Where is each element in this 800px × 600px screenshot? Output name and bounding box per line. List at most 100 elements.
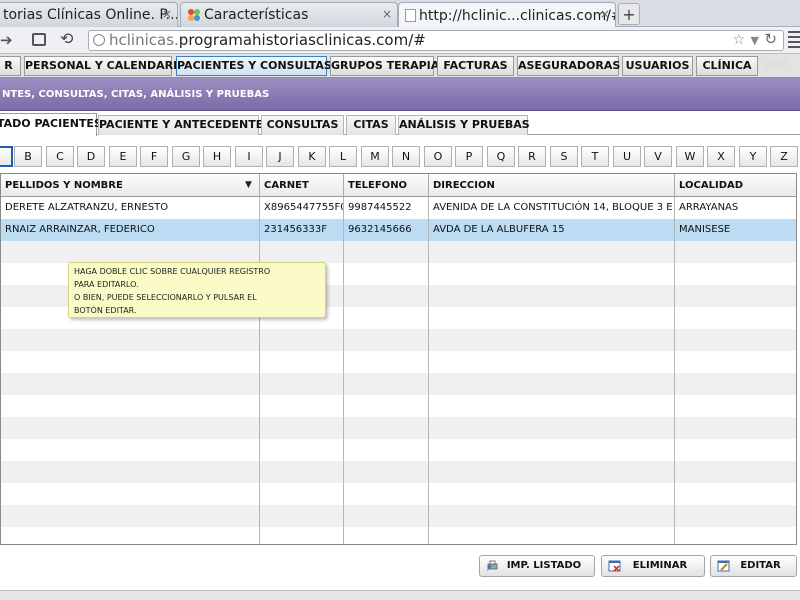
letter-filter-s[interactable]: S [550,146,578,167]
letter-filter-v[interactable]: V [644,146,672,167]
browser-tab-caracteristicas[interactable]: Características × [180,2,398,27]
page-icon [405,9,416,22]
nav-item-facturas[interactable]: FACTURAS [437,56,514,76]
letter-filter-c[interactable]: C [46,146,74,167]
bookmark-star-icon[interactable]: ☆ [732,31,745,50]
tab-consultas[interactable]: CONSULTAS [261,115,344,135]
nav-item-pacientes-consultas[interactable]: PACIENTES Y CONSULTAS [176,56,332,76]
column-header-direccion[interactable]: DIRECCION [429,174,675,197]
close-icon[interactable]: × [162,7,172,21]
forward-icon[interactable]: ➔ [0,31,13,49]
empty-table-row [1,527,796,544]
cell-carnet: 231456333F [264,224,328,235]
letter-filter-x[interactable]: X [707,146,735,167]
menu-icon[interactable] [788,31,800,49]
tab-analisis-pruebas[interactable]: ANÁLISIS Y PRUEBAS [398,115,530,135]
letter-filter-l[interactable]: L [329,146,357,167]
tab-paciente-antecedentes[interactable]: PACIENTE Y ANTECEDENTES [98,115,271,135]
history-icon[interactable]: ⟲ [60,29,73,48]
browser-tab-strip: torias Clínicas Online. P... × Caracterí… [0,0,800,28]
cell-direccion: AVENIDA DE LA CONSTITUCIÓN 14, BLOQUE 3 … [433,202,673,213]
nav-item-aseguradoras[interactable]: ASEGURADORAS [517,56,620,76]
cell-direccion: AVDA DE LA ALBUFERA 15 [433,224,565,235]
browser-navbar: ➔ ⟲ hclinicas.programahistoriasclinicas.… [0,27,800,54]
new-tab-button[interactable]: + [618,3,640,25]
joomla-icon [188,9,200,21]
column-header-telefono[interactable]: TELEFONO [344,174,429,197]
tooltip-line: O BIEN, PUEDE SELECCIONARLO Y PULSAR EL [74,293,257,302]
letter-filter-r[interactable]: R [518,146,546,167]
browser-tab-historias[interactable]: torias Clínicas Online. P... × [0,2,178,27]
column-divider [259,197,260,544]
nav-item-clinica[interactable]: CLÍNICA [696,56,758,76]
print-list-label: IMP. LISTADO [506,560,582,571]
table-row[interactable]: DERETE ALZATRANZU, ERNESTO X8965447755F0… [1,197,796,219]
section-title: NTES, CONSULTAS, CITAS, ANÁLISIS Y PRUEB… [2,89,270,100]
letter-filter-e[interactable]: E [109,146,137,167]
letter-filter-t[interactable]: T [581,146,609,167]
url-bar[interactable]: hclinicas.programahistoriasclinicas.com/… [88,30,784,51]
column-header-localidad[interactable]: LOCALIDAD [675,174,796,197]
close-icon[interactable]: × [382,7,392,21]
cell-telefono: 9987445522 [348,202,412,213]
letter-filter-o[interactable]: O [424,146,452,167]
letter-filter-p[interactable]: P [455,146,483,167]
browser-tab-title: Características [204,7,309,23]
column-header-nombre[interactable]: PELLIDOS Y NOMBRE [1,174,260,197]
table-row-selected[interactable]: RNAIZ ARRAINZAR, FEDERICO 231456333F 963… [1,219,796,241]
letter-filter-i[interactable]: I [235,146,263,167]
letter-filter-u[interactable]: U [613,146,641,167]
letter-filter-y[interactable]: Y [739,146,767,167]
letter-filter-d[interactable]: D [77,146,105,167]
edit-button[interactable]: EDITAR [710,555,797,577]
letter-filter-g[interactable]: G [172,146,200,167]
letter-filter-w[interactable]: W [676,146,704,167]
browser-tab-hclinicas[interactable]: http://hclinic...clinicas.com/# × [398,2,616,28]
nav-item-usuarios[interactable]: USUARIOS [622,56,693,76]
cell-localidad: ARRAYANAS [679,202,739,213]
letter-filter-z[interactable]: Z [770,146,798,167]
edit-label: EDITAR [740,560,781,571]
empty-table-row [1,505,796,527]
empty-table-row [1,439,796,461]
cell-localidad: MANISESE [679,224,731,235]
delete-button[interactable]: ELIMINAR [601,555,705,577]
letter-filter-q[interactable]: Q [487,146,515,167]
home-icon[interactable] [32,33,46,46]
empty-table-row [1,373,796,395]
printer-icon [487,560,498,571]
cell-nombre: DERETE ALZATRANZU, ERNESTO [5,202,169,213]
column-divider [674,197,675,544]
patients-table: PELLIDOS Y NOMBRE ▼ CARNET TELEFONO DIRE… [0,173,797,545]
nav-item-personal-calendario[interactable]: PERSONAL Y CALENDARIO [24,56,187,76]
letter-filter-h[interactable]: H [203,146,231,167]
letter-filter-a[interactable] [0,146,13,167]
column-header-carnet[interactable]: CARNET [260,174,344,197]
empty-table-row [1,241,796,263]
dropdown-arrow-icon[interactable]: ▼ [751,31,759,50]
letter-filter-m[interactable]: M [361,146,389,167]
nav-item-grupos-terapia[interactable]: GRUPOS TERAPIA [330,56,439,76]
print-list-button[interactable]: IMP. LISTADO [479,555,595,577]
url-subdomain: hclinicas. [109,31,179,49]
letter-filter-bar: BCDEFGHIJKLMNOPQRSTUVWXYZ [0,146,800,168]
column-divider [343,197,344,544]
letter-filter-b[interactable]: B [14,146,42,167]
letter-filter-f[interactable]: F [140,146,168,167]
letter-filter-n[interactable]: N [392,146,420,167]
reload-icon[interactable]: ↻ [764,30,777,49]
sort-down-icon[interactable]: ▼ [245,174,252,197]
browser-tab-title: torias Clínicas Online. P... [3,7,178,23]
delete-label: ELIMINAR [632,560,688,571]
empty-table-row [1,483,796,505]
cell-carnet: X8965447755F0 [264,202,344,213]
delete-window-icon [608,560,621,572]
empty-table-row [1,329,796,351]
letter-filter-j[interactable]: J [266,146,294,167]
tab-listado-pacientes[interactable]: TADO PACIENTES [0,113,102,136]
letter-filter-k[interactable]: K [298,146,326,167]
status-bar [0,590,800,600]
nav-item-r[interactable]: R [0,56,21,76]
close-icon[interactable]: × [600,7,610,21]
tab-citas[interactable]: CITAS [346,115,396,135]
